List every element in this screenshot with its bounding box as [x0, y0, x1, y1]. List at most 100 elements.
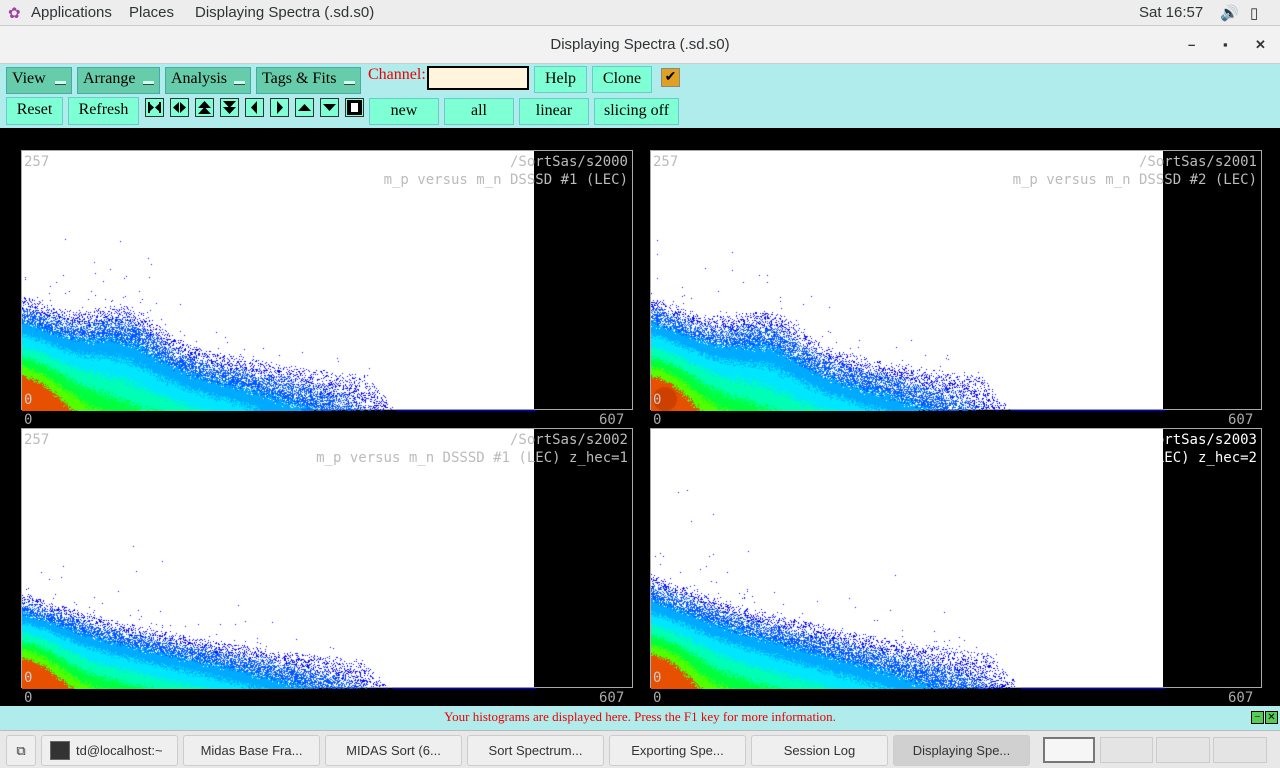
analysis-menu[interactable]: Analysis	[165, 67, 251, 94]
x-max-label: 607	[599, 412, 625, 428]
spectrum-name: /SortSas/s2002	[509, 432, 628, 448]
task-label: Displaying Spe...	[912, 743, 1011, 758]
workspace-3[interactable]	[1156, 737, 1210, 763]
window-title: Displaying Spectra (.sd.s0)	[550, 36, 730, 53]
task-label: Sort Spectrum...	[488, 743, 583, 758]
spectrum-title: m_p versus m_n DSSSD #2 (LEC) z_hec=2	[945, 450, 1257, 466]
reset-button[interactable]: Reset	[6, 97, 63, 125]
x-max-label: 607	[599, 690, 625, 706]
dropdown-icon	[143, 81, 154, 85]
scroll-left-icon[interactable]	[245, 98, 264, 117]
scroll-up-icon[interactable]	[295, 98, 314, 117]
taskbar: ⧉ td@localhost:~ Midas Base Fra... MIDAS…	[0, 730, 1280, 768]
battery-icon[interactable]: ▯	[1250, 4, 1258, 22]
black-margin	[534, 151, 632, 409]
clone-checkbox[interactable]: ✔	[661, 68, 680, 87]
clock[interactable]: Sat 16:57	[1139, 4, 1203, 21]
refresh-button[interactable]: Refresh	[68, 97, 139, 125]
task-label: Midas Base Fra...	[200, 743, 303, 758]
spectrum-panel[interactable]: 257/SortSas/s2002 m_p versus m_n DSSSD #1…	[21, 428, 634, 689]
shrink-x-icon[interactable]	[170, 98, 189, 117]
spectrum-name: /SortSas/s2000	[509, 154, 628, 170]
dropdown-icon	[344, 81, 355, 85]
minimize-button[interactable]: –	[1188, 26, 1195, 64]
workspace-2[interactable]	[1100, 737, 1153, 763]
spectrum-name: /SortSas/s2001	[1138, 154, 1257, 170]
window-titlebar: Displaying Spectra (.sd.s0) – ▪ ✕	[0, 26, 1280, 64]
spectrum-panel[interactable]: 257/SortSas/s2003 m_p versus m_n DSSSD #2…	[650, 428, 1263, 689]
tags-fits-menu[interactable]: Tags & Fits	[256, 67, 361, 94]
task-terminal[interactable]: td@localhost:~	[41, 735, 178, 766]
spectrum-title: m_p versus m_n DSSSD #1 (LEC) z_hec=1	[316, 450, 628, 466]
arrange-menu-label: Arrange	[83, 70, 136, 87]
close-button[interactable]: ✕	[1255, 26, 1266, 64]
x-min-label: 0	[24, 690, 33, 706]
active-window-label[interactable]: Displaying Spectra (.sd.s0)	[195, 4, 374, 21]
places-menu[interactable]: Places	[129, 4, 174, 21]
x-max-label: 607	[1228, 690, 1254, 706]
task-midas-sort[interactable]: MIDAS Sort (6...	[325, 735, 462, 766]
channel-label: Channel:	[368, 66, 426, 83]
analysis-menu-label: Analysis	[171, 70, 227, 87]
maximize-button[interactable]: ▪	[1223, 26, 1228, 64]
task-sort-spectrum[interactable]: Sort Spectrum...	[467, 735, 604, 766]
status-bar: Your histograms are displayed here. Pres…	[0, 706, 1280, 730]
expand-x-icon[interactable]	[145, 98, 164, 117]
task-session-log[interactable]: Session Log	[751, 735, 888, 766]
scroll-right-icon[interactable]	[270, 98, 289, 117]
terminal-icon	[50, 741, 70, 760]
black-margin	[1163, 151, 1261, 409]
task-displaying-spectra[interactable]: Displaying Spe...	[893, 735, 1030, 766]
y-min-label: 0	[24, 392, 33, 408]
applications-menu[interactable]: Applications	[31, 4, 112, 21]
y-max-label: 257	[24, 154, 50, 170]
close-status-icon[interactable]: ✕	[1265, 711, 1278, 724]
volume-icon[interactable]: 🔊	[1220, 4, 1239, 22]
spectrum-panel[interactable]: 257/SortSas/s2001 m_p versus m_n DSSSD #2…	[650, 150, 1263, 411]
spectrum-title: m_p versus m_n DSSSD #2 (LEC)	[1012, 172, 1257, 188]
workspace-4[interactable]	[1213, 737, 1267, 763]
spectra-display[interactable]: 257/SortSas/s2000 m_p versus m_n DSSSD #1…	[0, 128, 1280, 706]
view-menu-label: View	[12, 70, 46, 87]
dropdown-icon	[234, 81, 245, 85]
arrange-menu[interactable]: Arrange	[77, 67, 160, 94]
shrink-y-icon[interactable]	[220, 98, 239, 117]
workspace-1[interactable]	[1043, 737, 1095, 763]
all-button[interactable]: all	[444, 98, 514, 125]
slicing-button[interactable]: slicing off	[594, 98, 679, 125]
scroll-down-icon[interactable]	[320, 98, 339, 117]
spectrum-title: m_p versus m_n DSSSD #1 (LEC)	[383, 172, 628, 188]
y-min-label: 0	[24, 670, 33, 686]
tags-fits-menu-label: Tags & Fits	[262, 70, 337, 87]
view-menu[interactable]: View	[6, 67, 72, 94]
show-desktop-button[interactable]: ⧉	[6, 735, 36, 766]
task-exporting[interactable]: Exporting Spe...	[609, 735, 746, 766]
y-max-label: 257	[653, 432, 679, 448]
applications-icon: ✿	[8, 5, 21, 22]
task-label: Exporting Spe...	[631, 743, 724, 758]
task-label: Session Log	[783, 743, 856, 758]
minimize-status-icon[interactable]: –	[1251, 711, 1264, 724]
linear-button[interactable]: linear	[519, 98, 589, 125]
black-margin	[534, 429, 632, 687]
x-min-label: 0	[653, 412, 662, 428]
task-label: td@localhost:~	[76, 743, 163, 758]
x-min-label: 0	[24, 412, 33, 428]
channel-input[interactable]	[427, 66, 529, 90]
help-button[interactable]: Help	[534, 66, 587, 93]
x-min-label: 0	[653, 690, 662, 706]
y-max-label: 257	[24, 432, 50, 448]
full-view-icon[interactable]	[345, 98, 364, 117]
top-panel: ✿ Applications Places Displaying Spectra…	[0, 0, 1280, 26]
dropdown-icon	[55, 81, 66, 85]
task-midas-base[interactable]: Midas Base Fra...	[183, 735, 320, 766]
clone-button[interactable]: Clone	[592, 66, 652, 93]
spectrum-panel[interactable]: 257/SortSas/s2000 m_p versus m_n DSSSD #1…	[21, 150, 634, 411]
new-button[interactable]: new	[369, 98, 439, 125]
toolbar: View Arrange Analysis Tags & Fits Channe…	[0, 64, 1280, 128]
y-min-label: 0	[653, 670, 662, 686]
y-min-label: 0	[653, 392, 662, 408]
x-max-label: 607	[1228, 412, 1254, 428]
spectrum-name: /SortSas/s2003	[1138, 432, 1257, 448]
expand-y-icon[interactable]	[195, 98, 214, 117]
